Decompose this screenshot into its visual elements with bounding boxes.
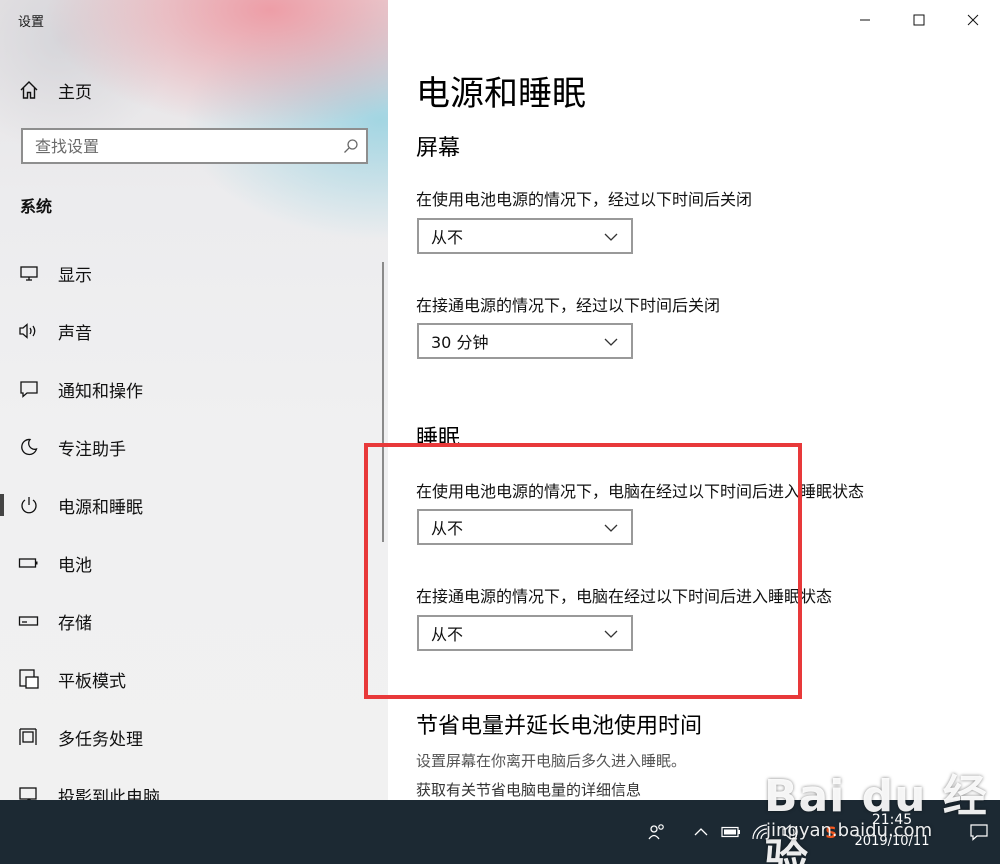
- screen-heading: 屏幕: [416, 136, 461, 161]
- project-icon: [18, 784, 40, 800]
- sidebar-nav: 显示 声音 通知和操作 专注助手 电源和睡眠 电池 存储 平板模式 多任务处理 …: [0, 244, 388, 800]
- save-power-link[interactable]: 获取有关节省电脑电量的详细信息: [416, 779, 641, 800]
- battery-tray-icon[interactable]: [716, 817, 746, 847]
- home-label: 主页: [58, 82, 92, 103]
- content-pane: 电源和睡眠 屏幕 在使用电池电源的情况下，经过以下时间后关闭 从不 在接通电源的…: [388, 0, 1000, 800]
- sidebar-item-label: 多任务处理: [58, 729, 143, 750]
- power-icon: [18, 494, 40, 516]
- sidebar-item-sound[interactable]: 声音: [0, 302, 388, 360]
- minimize-button[interactable]: [838, 0, 892, 40]
- baidu-watermark: Bai du 经验 jingyan.baidu.com: [764, 760, 1000, 864]
- chevron-down-icon: [603, 518, 619, 537]
- sidebar-scrollbar[interactable]: [382, 262, 384, 542]
- sidebar-item-tablet-mode[interactable]: 平板模式: [0, 650, 388, 708]
- storage-icon: [18, 610, 40, 632]
- sidebar-item-label: 电源和睡眠: [58, 497, 143, 518]
- sidebar-item-focus-assist[interactable]: 专注助手: [0, 418, 388, 476]
- baidu-logo: Bai du 经验: [764, 771, 988, 864]
- sleep-heading: 睡眠: [416, 426, 461, 451]
- watermark-url: jingyan.baidu.com: [766, 820, 933, 841]
- screen-battery-label: 在使用电池电源的情况下，经过以下时间后关闭: [416, 190, 753, 209]
- search-input[interactable]: [35, 136, 336, 156]
- sidebar-item-multitasking[interactable]: 多任务处理: [0, 708, 388, 766]
- people-icon[interactable]: [642, 817, 672, 847]
- tablet-icon: [18, 668, 40, 690]
- chevron-down-icon: [603, 227, 619, 246]
- sidebar: 设置 主页 系统 显示 声: [0, 0, 388, 800]
- notification-icon: [18, 378, 40, 400]
- dropdown-value: 30 分钟: [431, 333, 489, 352]
- sidebar-item-power-sleep[interactable]: 电源和睡眠: [0, 476, 388, 534]
- save-power-description: 设置屏幕在你离开电脑后多久进入睡眠。: [416, 752, 687, 770]
- monitor-icon: [18, 262, 40, 284]
- dropdown-value: 从不: [431, 228, 464, 247]
- moon-icon: [18, 436, 40, 458]
- multitask-icon: [18, 726, 40, 748]
- sleep-plugged-dropdown[interactable]: 从不: [417, 615, 633, 651]
- sidebar-item-label: 平板模式: [58, 671, 126, 692]
- settings-window: 设置 主页 系统 显示 声: [0, 0, 1000, 800]
- sidebar-item-label: 通知和操作: [58, 381, 143, 402]
- maximize-button[interactable]: [892, 0, 946, 40]
- sidebar-item-label: 电池: [58, 555, 92, 576]
- screen-battery-dropdown[interactable]: 从不: [417, 218, 633, 254]
- sidebar-item-display[interactable]: 显示: [0, 244, 388, 302]
- app-title: 设置: [18, 15, 45, 30]
- dropdown-value: 从不: [431, 519, 464, 538]
- sidebar-item-battery[interactable]: 电池: [0, 534, 388, 592]
- sleep-battery-dropdown[interactable]: 从不: [417, 509, 633, 545]
- close-button[interactable]: [946, 0, 1000, 40]
- chevron-down-icon: [603, 332, 619, 351]
- battery-icon: [18, 552, 40, 574]
- sleep-plugged-label: 在接通电源的情况下，电脑在经过以下时间后进入睡眠状态: [416, 587, 833, 606]
- page-title: 电源和睡眠: [416, 74, 586, 114]
- screen-plugged-dropdown[interactable]: 30 分钟: [417, 323, 633, 359]
- sidebar-item-label: 存储: [58, 613, 92, 634]
- sidebar-item-storage[interactable]: 存储: [0, 592, 388, 650]
- sidebar-item-notifications[interactable]: 通知和操作: [0, 360, 388, 418]
- chevron-up-icon[interactable]: [686, 817, 716, 847]
- home-link[interactable]: 主页: [18, 76, 358, 104]
- sidebar-item-label: 专注助手: [58, 439, 126, 460]
- search-icon[interactable]: [336, 131, 366, 161]
- sidebar-item-project[interactable]: 投影到此电脑: [0, 766, 388, 800]
- window-controls: [838, 0, 1000, 40]
- save-power-heading: 节省电量并延长电池使用时间: [416, 714, 703, 739]
- sidebar-item-label: 显示: [58, 265, 92, 286]
- home-icon: [18, 79, 40, 101]
- screen-plugged-label: 在接通电源的情况下，经过以下时间后关闭: [416, 296, 721, 315]
- sidebar-item-label: 投影到此电脑: [58, 787, 160, 801]
- section-label-system: 系统: [20, 197, 53, 216]
- sleep-battery-label: 在使用电池电源的情况下，电脑在经过以下时间后进入睡眠状态: [416, 482, 865, 501]
- dropdown-value: 从不: [431, 625, 464, 644]
- speaker-icon: [18, 320, 40, 342]
- chevron-down-icon: [603, 624, 619, 643]
- search-box[interactable]: [21, 128, 368, 164]
- sidebar-item-label: 声音: [58, 323, 92, 344]
